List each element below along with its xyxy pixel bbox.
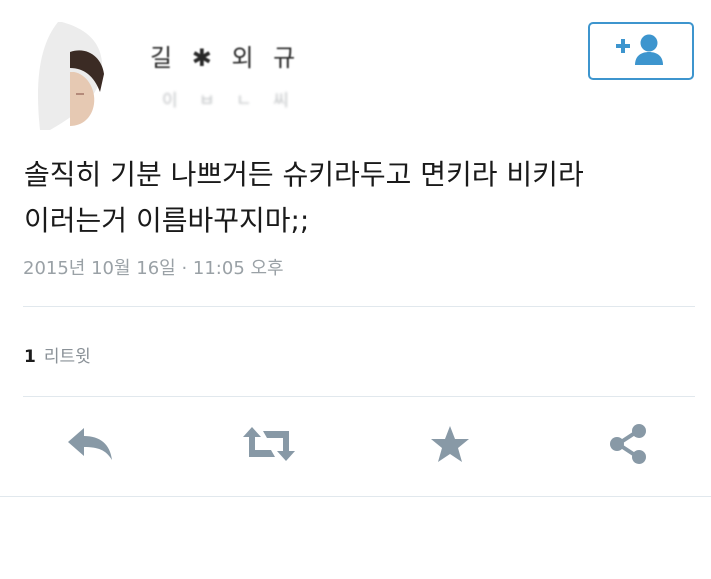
divider: [23, 396, 695, 397]
reply-arrow-icon: [66, 426, 114, 466]
retweet-count: 1: [24, 347, 36, 367]
star-icon: [429, 424, 471, 468]
author-handle[interactable]: 이 ㅂ ㄴ 씨: [162, 86, 297, 111]
retweet-icon: [241, 424, 297, 468]
share-icon: [606, 422, 650, 470]
avatar[interactable]: [22, 22, 130, 130]
divider: [0, 496, 711, 497]
retweet-stats[interactable]: 1 리트윗: [24, 342, 91, 367]
author-display-name[interactable]: 길 ✱ 외 규: [150, 38, 301, 73]
follow-button[interactable]: [588, 22, 694, 80]
share-button[interactable]: [600, 422, 656, 470]
retweet-button[interactable]: [241, 422, 297, 470]
add-user-icon: [613, 31, 669, 71]
tweet-text: 솔직히 기분 나쁘거든 슈키라두고 면키라 비키라 이러는거 이름바꾸지마;;: [24, 158, 584, 237]
favorite-button[interactable]: [422, 422, 478, 470]
reply-button[interactable]: [62, 422, 118, 470]
tweet-detail: 길 ✱ 외 규 이 ㅂ ㄴ 씨 솔직히 기분 나쁘거든 슈키라두고 면키라 비키…: [0, 0, 711, 579]
divider: [23, 306, 695, 307]
tweet-timestamp[interactable]: 2015년 10월 16일 · 11:05 오후: [23, 254, 284, 280]
avatar-image: [22, 22, 130, 130]
retweet-label: 리트윗: [43, 347, 91, 367]
